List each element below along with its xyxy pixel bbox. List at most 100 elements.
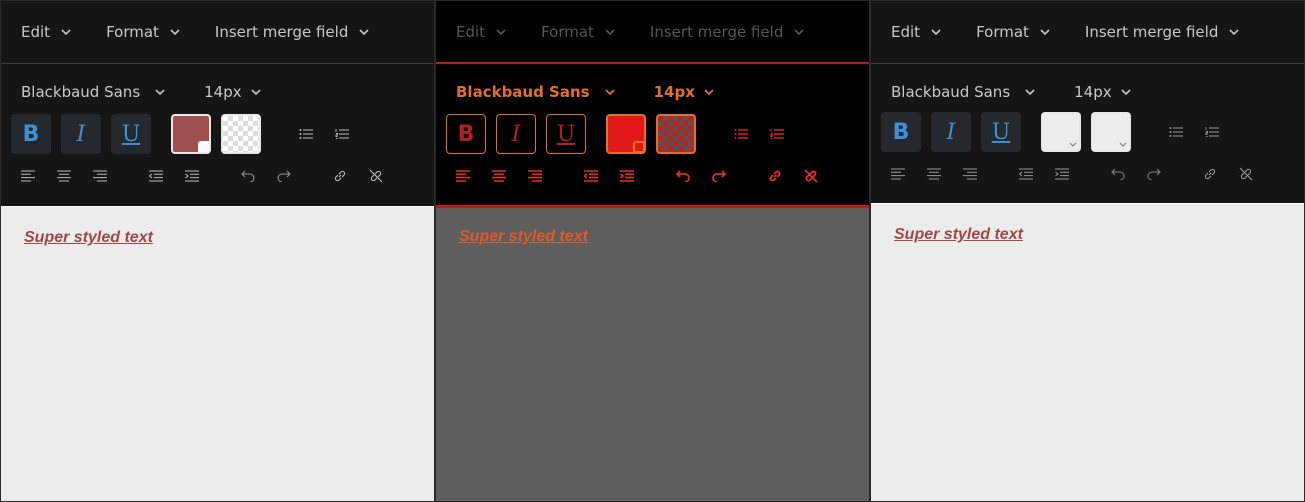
indent-icon[interactable] <box>1055 168 1069 180</box>
indent-icon[interactable] <box>185 170 199 182</box>
insert-merge-field-label: Insert merge field <box>214 23 349 41</box>
unlink-icon[interactable] <box>1239 167 1253 181</box>
editor-panel-dark: Edit Format Insert merge field Blackbaud… <box>0 0 435 502</box>
editor-panel-dark-alt: Edit Format Insert merge field Blackbaud… <box>870 0 1305 502</box>
bold-button[interactable]: B <box>446 114 486 154</box>
chevron-down-icon <box>794 28 804 35</box>
format-menu[interactable]: Format <box>106 23 181 41</box>
font-family-select[interactable]: Blackbaud Sans <box>21 83 166 101</box>
font-size-select[interactable]: 14px <box>654 83 715 101</box>
undo-icon[interactable] <box>1111 168 1125 180</box>
link-icon[interactable] <box>1203 167 1217 181</box>
redo-icon[interactable] <box>1147 168 1161 180</box>
menu-bar: Edit Format Insert merge field <box>436 1 869 64</box>
align-left-icon[interactable] <box>891 168 905 180</box>
link-icon[interactable] <box>768 169 782 183</box>
bullet-list-icon[interactable] <box>299 128 313 140</box>
align-center-icon[interactable] <box>57 170 71 182</box>
chevron-down-icon <box>1040 29 1050 36</box>
font-family-value: Blackbaud Sans <box>456 83 590 101</box>
underline-button[interactable]: U <box>111 114 151 154</box>
chevron-down-icon <box>604 89 615 96</box>
italic-button[interactable]: I <box>61 114 101 154</box>
align-right-icon[interactable] <box>528 170 542 182</box>
editor-content-area[interactable]: Super styled text <box>1 207 434 501</box>
align-left-icon[interactable] <box>21 170 35 182</box>
styled-text: Super styled text <box>459 228 588 245</box>
font-color-picker[interactable] <box>171 114 211 154</box>
insert-merge-field-label: Insert merge field <box>1084 23 1219 41</box>
insert-merge-field-menu[interactable]: Insert merge field <box>215 23 370 41</box>
numbered-list-icon[interactable] <box>770 128 784 140</box>
format-menu-label: Format <box>541 22 594 41</box>
menu-bar: Edit Format Insert merge field <box>1 1 434 64</box>
align-center-icon[interactable] <box>927 168 941 180</box>
chevron-down-icon <box>1121 89 1131 96</box>
unlink-icon[interactable] <box>369 169 383 183</box>
font-color-picker[interactable] <box>606 114 646 154</box>
align-right-icon[interactable] <box>963 168 977 180</box>
undo-icon[interactable] <box>241 170 255 182</box>
align-left-icon[interactable] <box>456 170 470 182</box>
underline-button[interactable]: U <box>546 114 586 154</box>
font-color-picker[interactable] <box>1041 112 1081 152</box>
editor-panel-high-contrast: Edit Format Insert merge field Blackbaud… <box>435 0 870 502</box>
outdent-icon[interactable] <box>149 170 163 182</box>
font-size-select[interactable]: 14px <box>204 83 262 101</box>
swatch-corner <box>198 141 209 152</box>
italic-button[interactable]: I <box>931 112 971 152</box>
chevron-down-icon <box>170 29 180 36</box>
chevron-down-icon <box>1229 29 1239 36</box>
font-size-select[interactable]: 14px <box>1074 83 1132 101</box>
align-center-icon[interactable] <box>492 170 506 182</box>
styled-text: Super styled text <box>894 226 1023 243</box>
edit-menu[interactable]: Edit <box>891 23 942 41</box>
edit-menu[interactable]: Edit <box>21 23 72 41</box>
format-menu[interactable]: Format <box>976 23 1051 41</box>
insert-merge-field-menu[interactable]: Insert merge field <box>650 23 805 41</box>
bullet-list-icon[interactable] <box>734 128 748 140</box>
edit-menu-label: Edit <box>456 22 486 41</box>
outdent-icon[interactable] <box>584 170 598 182</box>
chevron-down-icon <box>1119 142 1127 147</box>
chevron-down-icon <box>251 89 261 96</box>
toolbar: Blackbaud Sans 14px B I U <box>871 64 1304 203</box>
font-family-select[interactable]: Blackbaud Sans <box>891 83 1036 101</box>
bold-button[interactable]: B <box>881 112 921 152</box>
background-color-picker[interactable] <box>656 114 696 154</box>
redo-icon[interactable] <box>712 170 726 182</box>
numbered-list-icon[interactable] <box>1205 126 1219 138</box>
italic-button[interactable]: I <box>496 114 536 154</box>
indent-icon[interactable] <box>620 170 634 182</box>
redo-icon[interactable] <box>277 170 291 182</box>
bullet-list-icon[interactable] <box>1169 126 1183 138</box>
font-family-select[interactable]: Blackbaud Sans <box>456 83 616 101</box>
styled-text: Super styled text <box>24 229 153 246</box>
underline-button[interactable]: U <box>981 112 1021 152</box>
toolbar: Blackbaud Sans 14px B I U <box>436 64 869 205</box>
edit-menu-label: Edit <box>21 23 51 41</box>
undo-icon[interactable] <box>676 170 690 182</box>
edit-menu[interactable]: Edit <box>456 23 507 41</box>
outdent-icon[interactable] <box>1019 168 1033 180</box>
unlink-icon[interactable] <box>804 169 818 183</box>
align-right-icon[interactable] <box>93 170 107 182</box>
font-family-value: Blackbaud Sans <box>891 83 1011 101</box>
link-icon[interactable] <box>333 169 347 183</box>
background-color-picker[interactable] <box>1091 112 1131 152</box>
chevron-down-icon <box>359 29 369 36</box>
editor-content-area[interactable]: Super styled text <box>871 204 1304 501</box>
bold-button[interactable]: B <box>11 114 51 154</box>
numbered-list-icon[interactable] <box>335 128 349 140</box>
chevron-down-icon <box>155 89 165 96</box>
format-menu[interactable]: Format <box>541 23 616 41</box>
editor-variants: Edit Format Insert merge field Blackbaud… <box>0 0 1305 502</box>
font-family-value: Blackbaud Sans <box>21 83 141 101</box>
chevron-down-icon <box>61 29 71 36</box>
background-color-picker[interactable] <box>221 114 261 154</box>
toolbar: Blackbaud Sans 14px B I U <box>1 64 434 206</box>
editor-content-area[interactable]: Super styled text <box>436 205 869 501</box>
insert-merge-field-menu[interactable]: Insert merge field <box>1085 23 1240 41</box>
font-size-value: 14px <box>204 83 242 101</box>
chevron-down-icon <box>1025 89 1035 96</box>
